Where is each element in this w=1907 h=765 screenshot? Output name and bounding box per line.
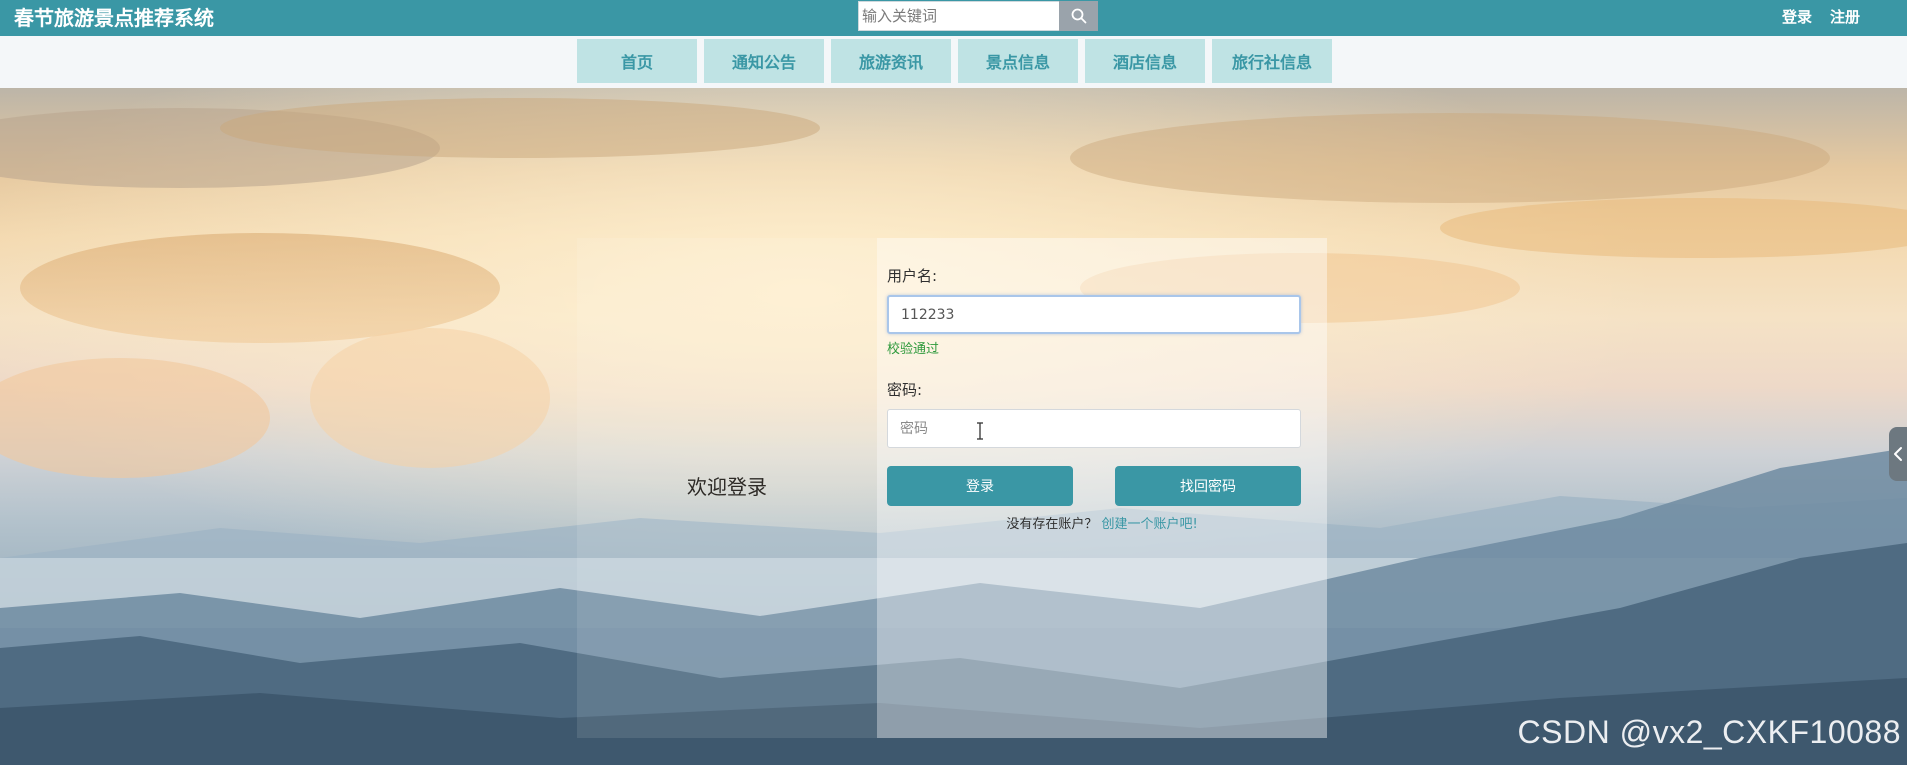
nav-item-attractions[interactable]: 景点信息 [958, 39, 1078, 83]
search-icon [1071, 8, 1086, 24]
no-account-text: 没有存在账户？ [1006, 517, 1098, 532]
text-cursor-icon [977, 422, 983, 440]
side-collapse-handle[interactable] [1889, 427, 1907, 481]
site-title: 春节旅游景点推荐系统 [14, 6, 214, 30]
password-label: 密码: [887, 381, 923, 399]
nav-bar: 首页 通知公告 旅游资讯 景点信息 酒店信息 旅行社信息 [0, 36, 1907, 88]
login-panel: 欢迎登录 用户名: 校验通过 密码: 登录 找回密码 没有存在账户？ 创建一个账… [577, 238, 1327, 738]
search-input[interactable] [858, 1, 1059, 31]
nav-item-hotels[interactable]: 酒店信息 [1085, 39, 1205, 83]
username-input[interactable] [887, 295, 1301, 334]
nav-items: 首页 通知公告 旅游资讯 景点信息 酒店信息 旅行社信息 [577, 39, 1332, 83]
password-input[interactable] [887, 409, 1301, 448]
top-bar: 春节旅游景点推荐系统 登录 注册 [0, 0, 1907, 36]
nav-item-home[interactable]: 首页 [577, 39, 697, 83]
welcome-heading: 欢迎登录 [687, 475, 767, 499]
nav-item-travel-agencies[interactable]: 旅行社信息 [1212, 39, 1332, 83]
search-bar [858, 1, 1098, 31]
top-login-link[interactable]: 登录 [1782, 7, 1812, 27]
search-button[interactable] [1059, 1, 1098, 31]
nav-item-notices[interactable]: 通知公告 [704, 39, 824, 83]
watermark-text: CSDN @vx2_CXKF10088 [1517, 714, 1901, 750]
register-prompt: 没有存在账户？ 创建一个账户吧! [877, 516, 1327, 534]
create-account-link[interactable]: 创建一个账户吧! [1101, 517, 1197, 532]
top-register-link[interactable]: 注册 [1830, 7, 1860, 27]
username-label: 用户名: [887, 267, 938, 285]
welcome-pane: 欢迎登录 [577, 238, 877, 738]
login-button[interactable]: 登录 [887, 466, 1073, 506]
recover-password-button[interactable]: 找回密码 [1115, 466, 1301, 506]
username-valid-message: 校验通过 [887, 342, 940, 357]
nav-item-travel-news[interactable]: 旅游资讯 [831, 39, 951, 83]
login-form: 用户名: 校验通过 密码: 登录 找回密码 没有存在账户？ 创建一个账户吧! [877, 238, 1327, 738]
chevron-left-icon [1894, 447, 1902, 461]
top-links: 登录 注册 [1782, 7, 1860, 27]
